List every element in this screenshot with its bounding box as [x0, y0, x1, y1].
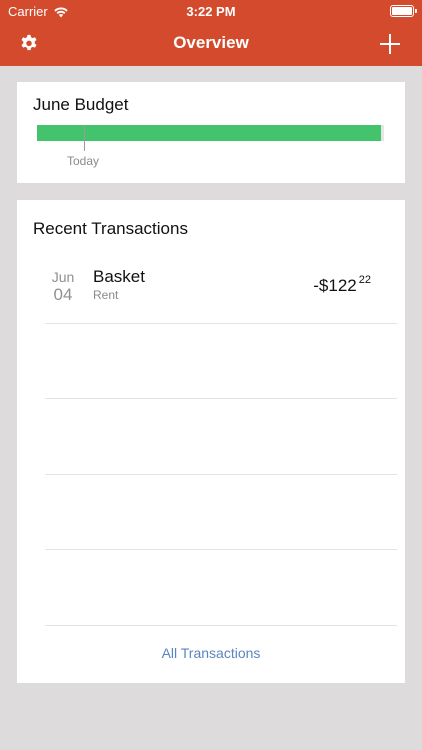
battery-icon: [390, 5, 417, 17]
transaction-category: Rent: [93, 288, 119, 302]
transaction-day: 04: [53, 285, 73, 304]
budget-progress-fill: [37, 125, 381, 141]
budget-title: June Budget: [33, 95, 129, 114]
page-title: Overview: [173, 33, 249, 52]
recent-transactions-title: Recent Transactions: [33, 219, 188, 238]
transaction-month: Jun: [51, 269, 75, 285]
budget-card[interactable]: June Budget Today: [17, 82, 405, 183]
row-divider: [45, 625, 397, 626]
empty-transaction-row: [17, 475, 405, 549]
transaction-row[interactable]: Jun 04 Basket Rent -$122 22: [17, 260, 405, 322]
empty-transaction-row: [17, 550, 405, 624]
today-label: Today: [67, 154, 100, 168]
transaction-name: Basket: [93, 267, 145, 286]
empty-transaction-row: [17, 324, 405, 398]
empty-transaction-row: [17, 399, 405, 473]
recent-transactions-card: Recent Transactions Jun 04 Basket Rent -…: [17, 200, 405, 683]
transaction-amount: -$122 22: [313, 274, 371, 296]
transaction-amount-main: -$122: [313, 276, 357, 295]
plus-icon[interactable]: [378, 32, 402, 56]
nav-bar: Overview: [0, 22, 422, 66]
today-marker: [84, 125, 85, 151]
transaction-amount-cents: 22: [358, 274, 371, 286]
all-transactions-link[interactable]: All Transactions: [17, 645, 405, 661]
transaction-date: Jun 04: [43, 269, 83, 305]
status-time: 3:22 PM: [186, 4, 236, 19]
status-bar: Carrier 3:22 PM: [0, 0, 422, 22]
budget-progress-bar: [37, 125, 384, 141]
